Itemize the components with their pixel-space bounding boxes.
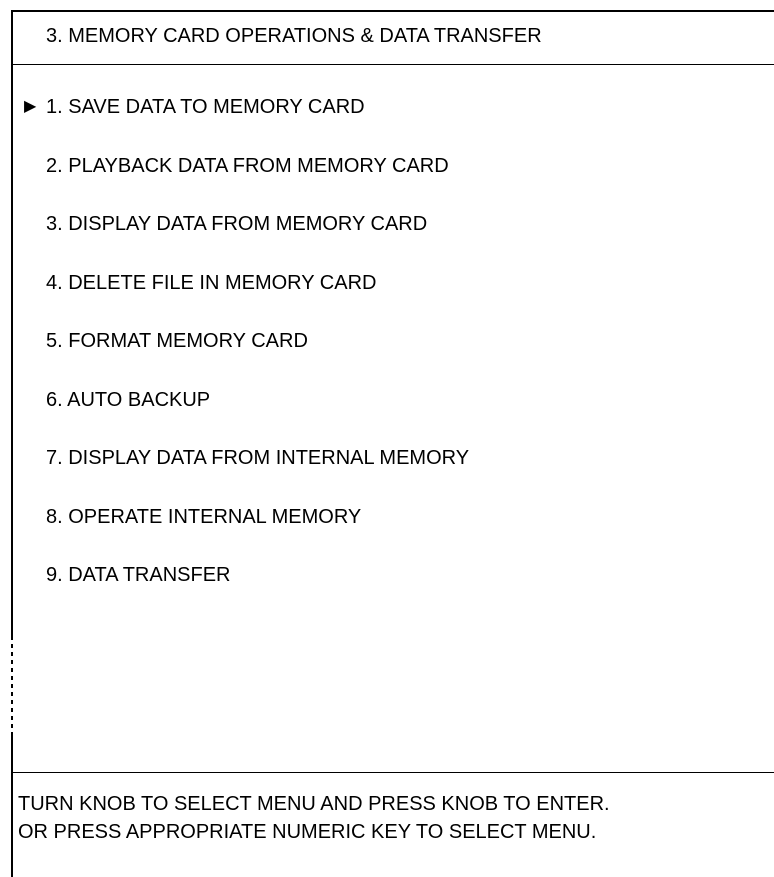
menu-item-label: 8. OPERATE INTERNAL MEMORY [46,505,362,528]
menu-item-label: 2. PLAYBACK DATA FROM MEMORY CARD [46,154,449,177]
menu-item-label: 5. FORMAT MEMORY CARD [46,330,308,352]
frame-left-border [11,10,13,636]
menu-item-operate-internal-memory[interactable]: ▶ 8. OPERATE INTERNAL MEMORY [24,505,469,564]
menu-item-label: 3. DISPLAY DATA FROM MEMORY CARD [46,213,428,235]
frame-left-break [11,636,13,732]
selection-cursor-icon: ▶ [24,98,37,115]
menu-list: ▶ 1. SAVE DATA TO MEMORY CARD ▶ 2. PLAYB… [24,95,469,622]
menu-item-display-card-data[interactable]: ▶ 3. DISPLAY DATA FROM MEMORY CARD [24,212,469,271]
menu-item-auto-backup[interactable]: ▶ 6. AUTO BACKUP [24,388,469,447]
instructions-line-2: OR PRESS APPROPRIATE NUMERIC KEY TO SELE… [18,821,597,843]
title-divider [11,64,774,65]
menu-item-label: 4. DELETE FILE IN MEMORY CARD [46,271,377,294]
menu-item-label: 6. AUTO BACKUP [46,388,211,411]
frame-top-border [11,10,774,12]
menu-item-display-internal-data[interactable]: ▶ 7. DISPLAY DATA FROM INTERNAL MEMORY [24,446,469,505]
instructions-text: TURN KNOB TO SELECT MENU AND PRESS KNOB … [18,790,610,846]
menu-item-label: 1. SAVE DATA TO MEMORY CARD [46,96,365,118]
menu-item-format-card[interactable]: ▶ 5. FORMAT MEMORY CARD [24,329,469,388]
instructions-line-1: TURN KNOB TO SELECT MENU AND PRESS KNOB … [18,793,610,815]
menu-item-delete-file[interactable]: ▶ 4. DELETE FILE IN MEMORY CARD [24,271,469,330]
menu-item-data-transfer[interactable]: ▶ 9. DATA TRANSFER [24,563,469,622]
instructions-divider [11,772,774,773]
menu-item-save-data[interactable]: ▶ 1. SAVE DATA TO MEMORY CARD [24,95,469,154]
menu-item-playback-data[interactable]: ▶ 2. PLAYBACK DATA FROM MEMORY CARD [24,154,469,213]
menu-title: 3. MEMORY CARD OPERATIONS & DATA TRANSFE… [46,25,542,47]
menu-item-label: 7. DISPLAY DATA FROM INTERNAL MEMORY [46,447,470,469]
frame-left-border-lower [11,732,13,877]
menu-item-label: 9. DATA TRANSFER [46,564,231,586]
